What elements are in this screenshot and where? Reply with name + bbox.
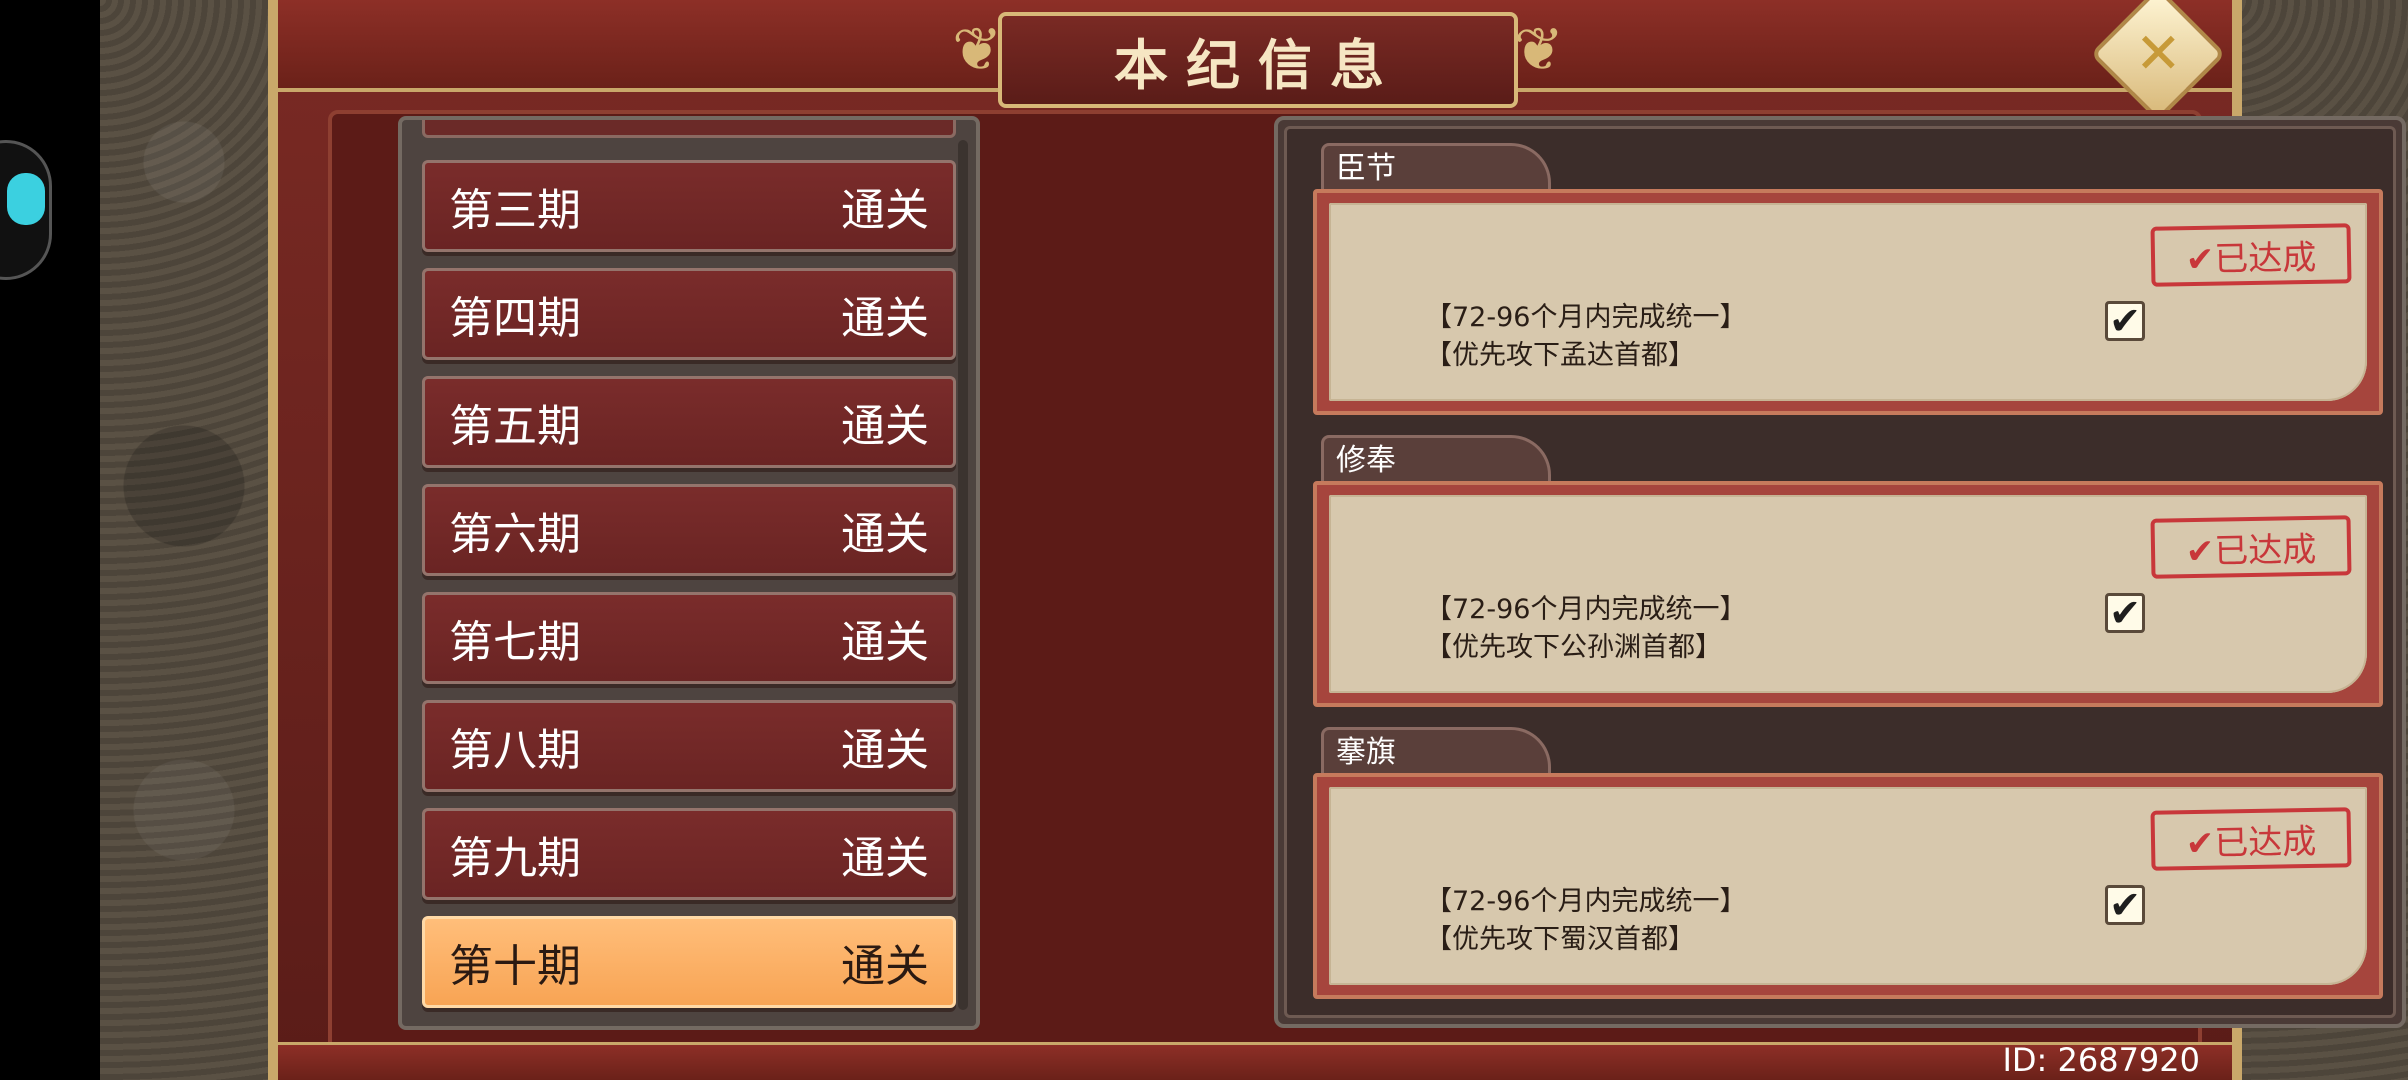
period-name: 第九期 xyxy=(449,833,581,884)
task-tab: 臣节 xyxy=(1321,143,1551,191)
list-item-partial[interactable] xyxy=(422,120,956,138)
task-card: ✔已达成 【72-96个月内完成统一】 【优先攻下孟达首都】 ✔ xyxy=(1313,189,2383,415)
title-plaque: ❦ 本纪信息 ❦ xyxy=(952,12,1564,108)
task-card: ✔已达成 【72-96个月内完成统一】 【优先攻下蜀汉首都】 ✔ xyxy=(1313,773,2383,999)
checkbox-checked-icon: ✔ xyxy=(2105,885,2145,925)
task-paper: ✔已达成 【72-96个月内完成统一】 【优先攻下公孙渊首都】 ✔ xyxy=(1329,495,2367,693)
period-status: 通关 xyxy=(841,617,929,668)
period-item-4[interactable]: 第四期 通关 xyxy=(422,268,956,360)
footer-band xyxy=(278,1042,2232,1080)
task-detail-panel: 臣节 ✔已达成 【72-96个月内完成统一】 【优先攻下孟达首都】 ✔ 修奉 ✔… xyxy=(1274,116,2406,1028)
task-condition-line: 【优先攻下孟达首都】 xyxy=(1425,340,1695,371)
period-item-9[interactable]: 第九期 通关 xyxy=(422,808,956,900)
task-condition-line: 【优先攻下公孙渊首都】 xyxy=(1425,632,1722,663)
checkbox-checked-icon: ✔ xyxy=(2105,593,2145,633)
period-status: 通关 xyxy=(841,401,929,452)
period-item-6[interactable]: 第六期 通关 xyxy=(422,484,956,576)
task-conditions: 【72-96个月内完成统一】 【优先攻下公孙渊首都】 xyxy=(1425,591,1746,667)
period-status: 通关 xyxy=(841,941,929,992)
task-conditions: 【72-96个月内完成统一】 【优先攻下蜀汉首都】 xyxy=(1425,883,1746,959)
info-dialog: ❦ 本纪信息 ❦ ✕ 第三期 通关 第四期 通关 第五期 通关 第六期 通关 第… xyxy=(268,0,2406,1080)
task-conditions: 【72-96个月内完成统一】 【优先攻下孟达首都】 xyxy=(1425,299,1746,375)
period-name: 第七期 xyxy=(449,617,581,668)
scroll-ornament-icon: ❦ xyxy=(952,15,1003,85)
period-name: 第八期 xyxy=(449,725,581,776)
dialog-title: 本纪信息 xyxy=(1114,32,1402,97)
achieved-stamp: ✔已达成 xyxy=(2150,223,2352,287)
task-condition-line: 【72-96个月内完成统一】 xyxy=(1425,302,1747,333)
period-name: 第六期 xyxy=(449,509,581,560)
player-id: ID: 2687920 xyxy=(2002,1041,2200,1079)
period-item-5[interactable]: 第五期 通关 xyxy=(422,376,956,468)
task-tab: 搴旗 xyxy=(1321,727,1551,775)
period-name: 第三期 xyxy=(449,185,581,236)
achieved-stamp: ✔已达成 xyxy=(2150,807,2352,871)
floating-assistant-bubble[interactable] xyxy=(0,140,52,280)
period-item-8[interactable]: 第八期 通关 xyxy=(422,700,956,792)
period-name: 第五期 xyxy=(449,401,581,452)
task-card: ✔已达成 【72-96个月内完成统一】 【优先攻下公孙渊首都】 ✔ xyxy=(1313,481,2383,707)
dragon-ornament-left xyxy=(100,0,268,1080)
task-paper: ✔已达成 【72-96个月内完成统一】 【优先攻下孟达首都】 ✔ xyxy=(1329,203,2367,401)
period-status: 通关 xyxy=(841,293,929,344)
list-scrollbar[interactable] xyxy=(958,140,968,1010)
task-condition-line: 【72-96个月内完成统一】 xyxy=(1425,594,1747,625)
task-tab: 修奉 xyxy=(1321,435,1551,483)
task-condition-line: 【优先攻下蜀汉首都】 xyxy=(1425,924,1695,955)
period-name: 第四期 xyxy=(449,293,581,344)
close-icon: ✕ xyxy=(2134,20,2182,86)
task-detail-inner: 臣节 ✔已达成 【72-96个月内完成统一】 【优先攻下孟达首都】 ✔ 修奉 ✔… xyxy=(1284,126,2396,1018)
checkbox-checked-icon: ✔ xyxy=(2105,301,2145,341)
period-status: 通关 xyxy=(841,725,929,776)
mascot-icon xyxy=(7,173,45,225)
scroll-ornament-icon: ❦ xyxy=(1513,15,1564,85)
achieved-stamp: ✔已达成 xyxy=(2150,515,2352,579)
period-status: 通关 xyxy=(841,185,929,236)
task-paper: ✔已达成 【72-96个月内完成统一】 【优先攻下蜀汉首都】 ✔ xyxy=(1329,787,2367,985)
period-list[interactable]: 第三期 通关 第四期 通关 第五期 通关 第六期 通关 第七期 通关 第八期 通… xyxy=(398,116,980,1030)
period-item-10-selected[interactable]: 第十期 通关 xyxy=(422,916,956,1008)
period-status: 通关 xyxy=(841,509,929,560)
period-status: 通关 xyxy=(841,833,929,884)
task-condition-line: 【72-96个月内完成统一】 xyxy=(1425,886,1747,917)
period-name: 第十期 xyxy=(449,941,581,992)
period-item-3[interactable]: 第三期 通关 xyxy=(422,160,956,252)
period-item-7[interactable]: 第七期 通关 xyxy=(422,592,956,684)
